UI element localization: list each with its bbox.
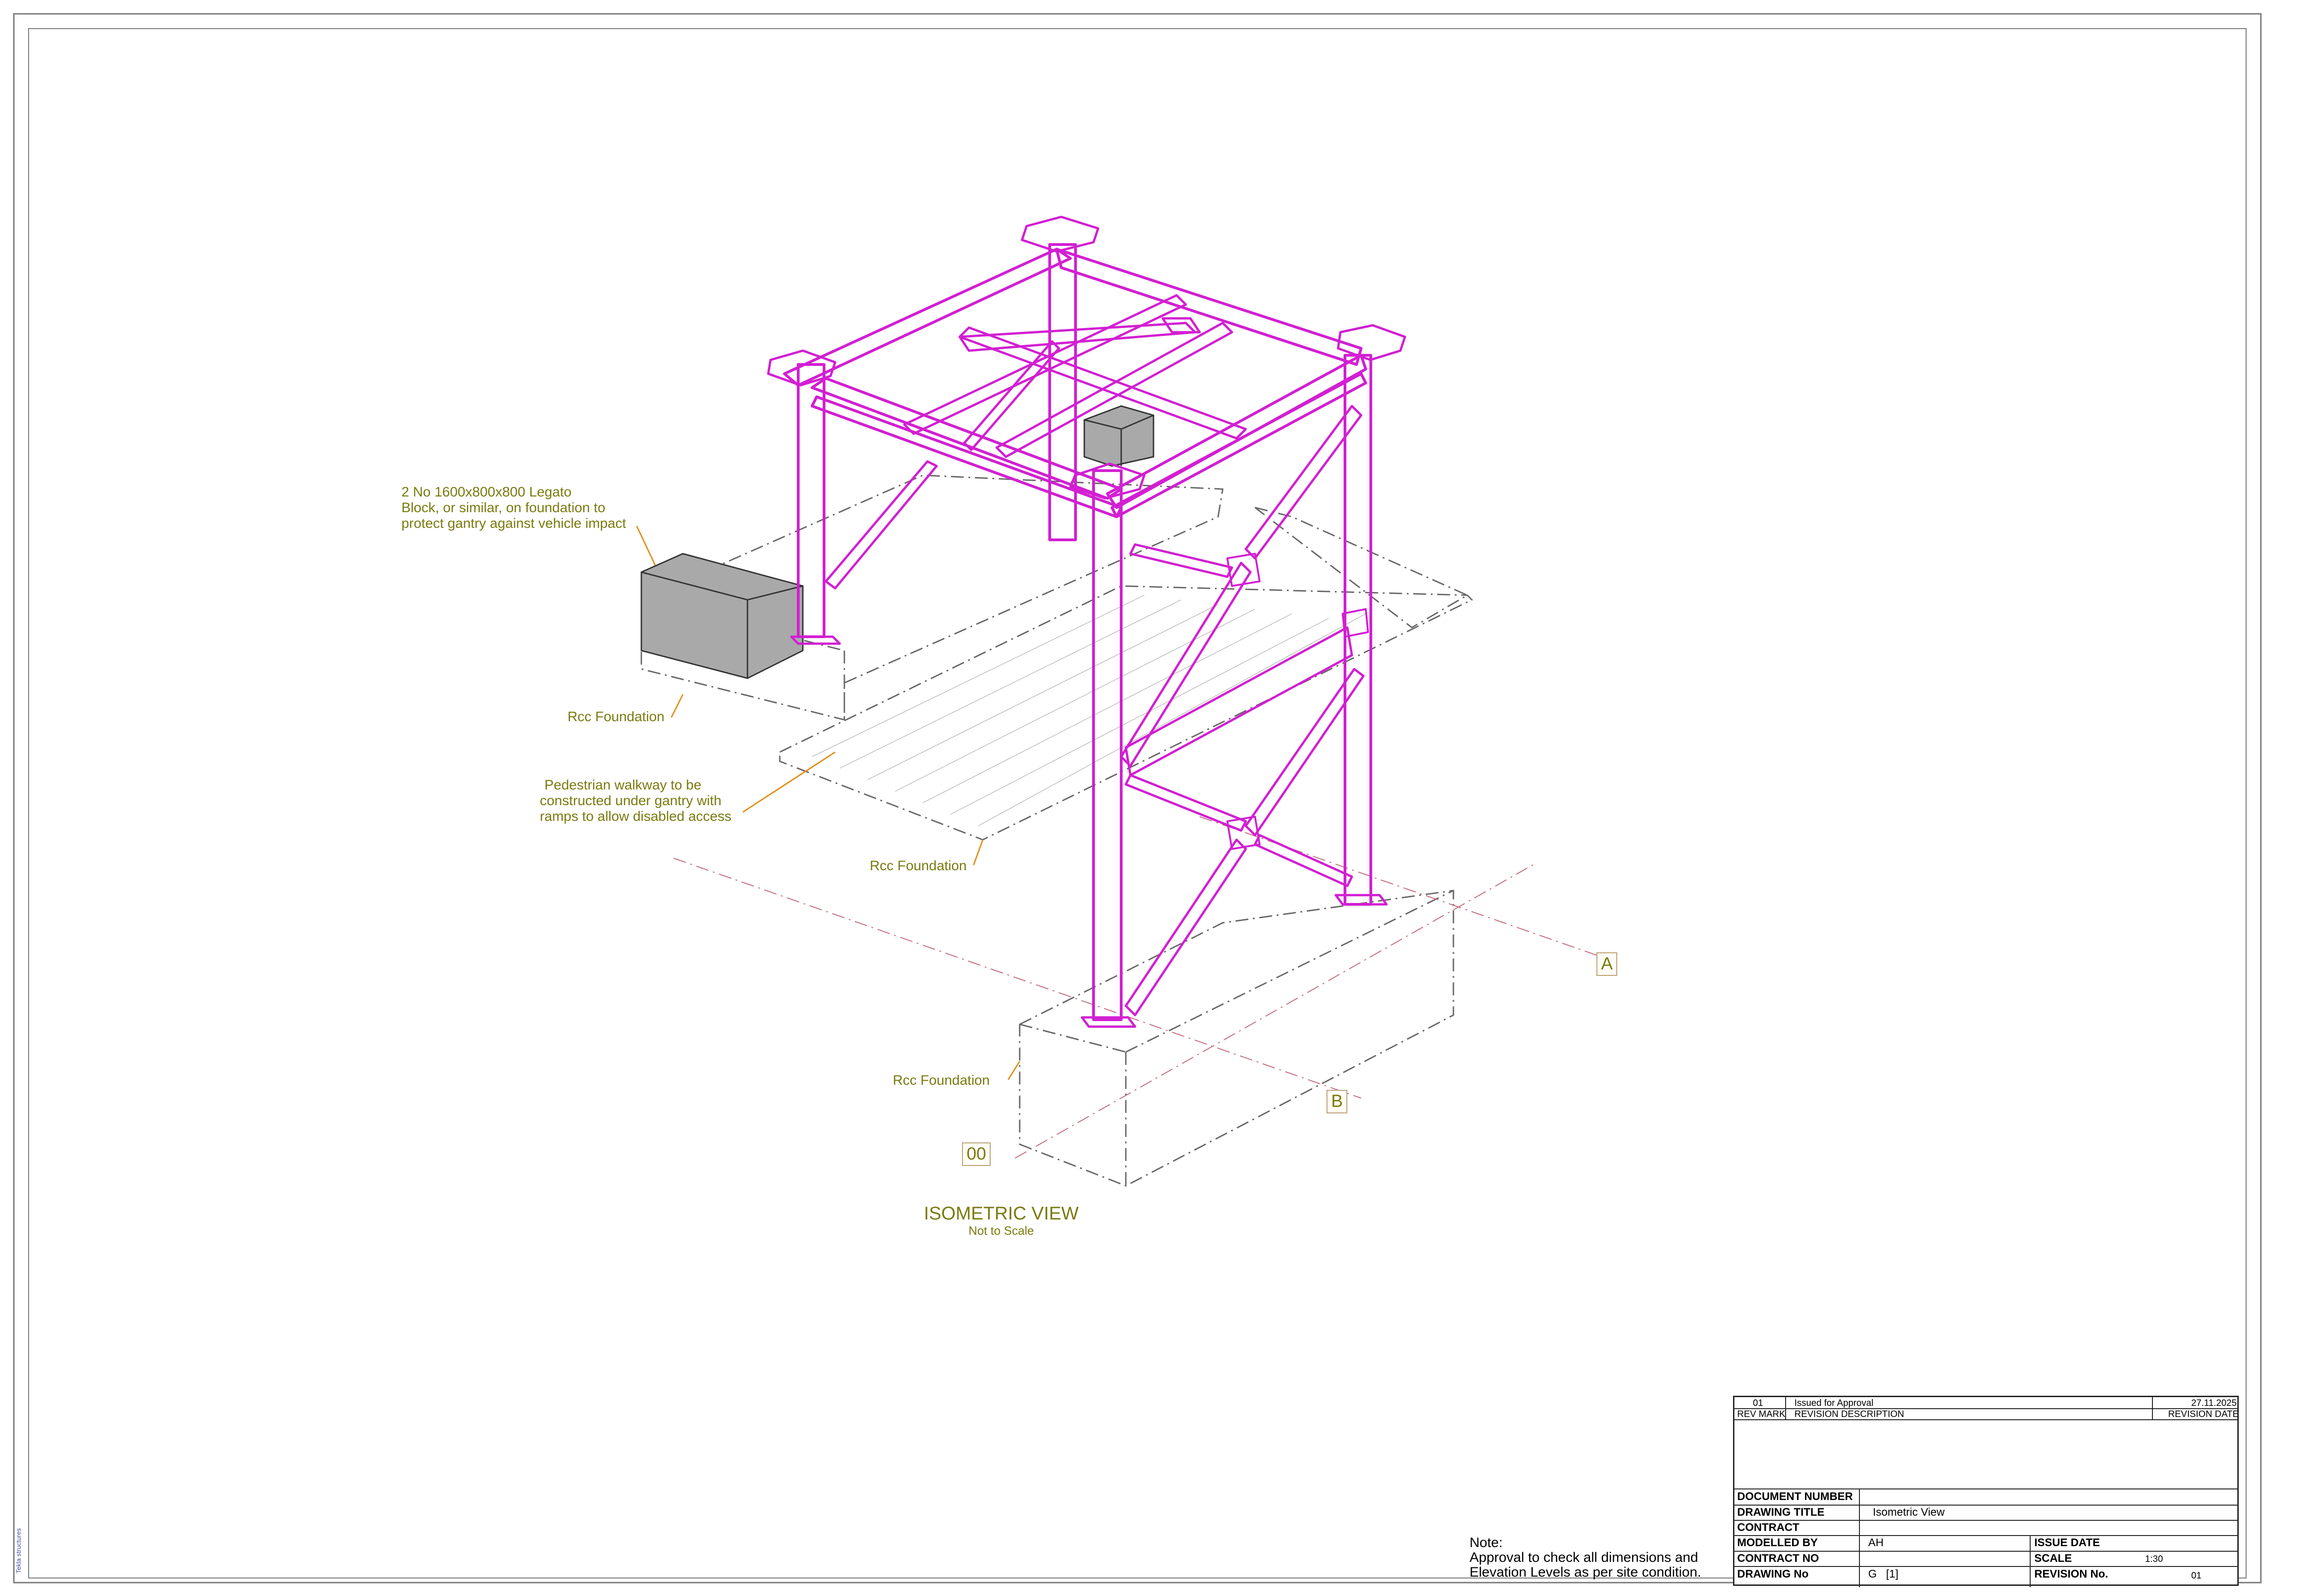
sheet-border-outer: [13, 13, 2262, 1584]
revision-date: 27.11.2025: [2191, 1398, 2237, 1408]
revision-description: Issued for Approval: [1794, 1398, 1874, 1408]
annotation-walkway-line-3: ramps to allow disabled access: [540, 809, 732, 824]
annotation-legato-line-1: 2 No 1600x800x800 Legato: [401, 484, 572, 500]
note-line-1: Approval to check all dimensions and: [1470, 1550, 1698, 1565]
annotation-rcc-foundation-1: Rcc Foundation: [568, 709, 665, 724]
annotation-legato-line-2: Block, or similar, on foundation to: [401, 500, 605, 515]
drawing-sheet: [13, 13, 2262, 1584]
annotation-rcc-foundation-3: Rcc Foundation: [893, 1073, 990, 1088]
sheet-border-inner: [28, 28, 2247, 1578]
grid-label-a: A: [1596, 952, 1618, 976]
drawing-title-value: Isometric View: [1873, 1506, 1945, 1518]
scale-value: 1:30: [2145, 1554, 2163, 1564]
annotation-rcc-foundation-2: Rcc Foundation: [870, 858, 967, 873]
scale-label: SCALE: [2034, 1552, 2072, 1565]
annotation-legato-block: 2 No 1600x800x800 Legato Block, or simil…: [401, 484, 626, 532]
software-watermark: Tekla structures: [15, 1528, 22, 1573]
contract-label: CONTRACT: [1737, 1521, 1799, 1534]
steel-gantry: [767, 215, 1406, 1028]
level-label: 00: [962, 1142, 991, 1166]
issue-date-label: ISSUE DATE: [2034, 1536, 2100, 1549]
revision-date-header: REVISION DATE: [2168, 1409, 2239, 1419]
modelled-by-value: AH: [1868, 1536, 1884, 1549]
legato-block-rear: [1083, 405, 1154, 467]
annotation-walkway-line-2: constructed under gantry with: [540, 793, 722, 808]
annotation-walkway-line-1: Pedestrian walkway to be: [544, 777, 702, 793]
grid-label-b: B: [1327, 1090, 1348, 1113]
note-heading: Note:: [1470, 1535, 1503, 1550]
revision-mark: 01: [1753, 1398, 1763, 1408]
contract-no-label: CONTRACT NO: [1737, 1552, 1819, 1565]
modelled-by-label: MODELLED BY: [1737, 1536, 1818, 1549]
revision-mark-header: REV MARK: [1737, 1409, 1786, 1419]
walkway-hatch: [812, 595, 1366, 826]
view-title: ISOMETRIC VIEW: [924, 1203, 1079, 1224]
document-number-label: DOCUMENT NUMBER: [1737, 1490, 1853, 1503]
drawing-no-label: DRAWING No: [1737, 1568, 1809, 1580]
columns: [797, 243, 1372, 1021]
revision-no-label: REVISION No.: [2034, 1568, 2109, 1580]
title-block: 01 Issued for Approval 27.11.2025 REV MA…: [1733, 1396, 2239, 1587]
view-subtitle: Not to Scale: [968, 1224, 1034, 1237]
drawing-no-value: G [1]: [1868, 1568, 1899, 1580]
annotation-walkway: Pedestrian walkway to be constructed und…: [540, 777, 731, 825]
annotation-legato-line-3: protect gantry against vehicle impact: [401, 516, 626, 531]
legato-block-front: [640, 553, 804, 679]
note-line-2: Elevation Levels as per site condition.: [1470, 1565, 1701, 1580]
revision-description-header: REVISION DESCRIPTION: [1794, 1409, 1904, 1419]
drawing-note: Note: Approval to check all dimensions a…: [1470, 1536, 1701, 1580]
drawing-title-label: DRAWING TITLE: [1737, 1506, 1825, 1518]
base-plates: [790, 635, 1388, 1028]
revision-no-value: 01: [2191, 1571, 2202, 1581]
